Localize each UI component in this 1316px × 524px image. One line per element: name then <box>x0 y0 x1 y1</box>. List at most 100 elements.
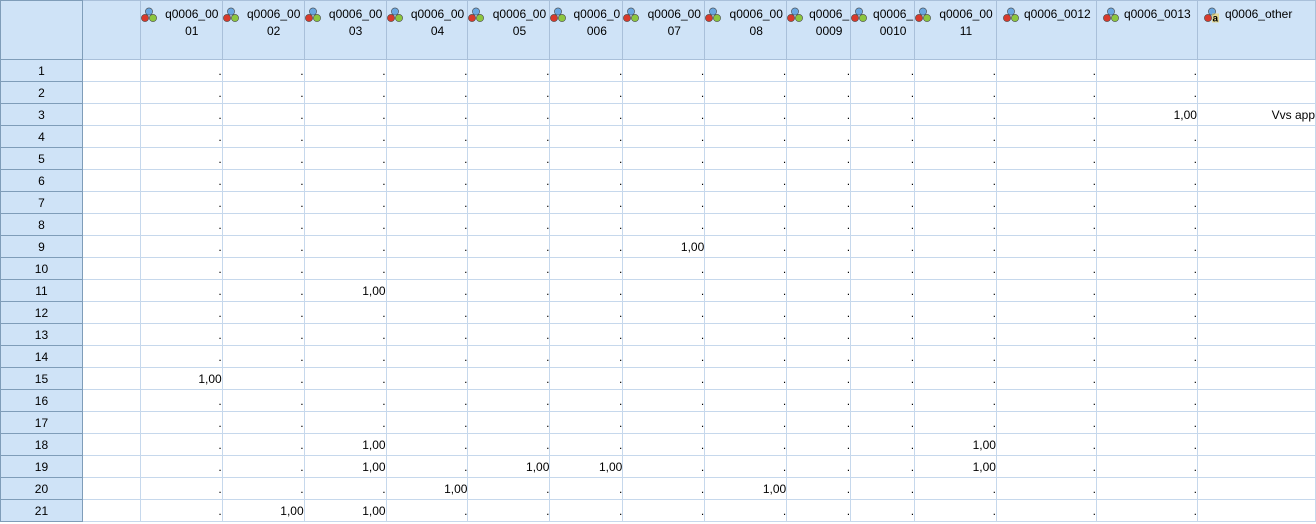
data-cell[interactable] <box>82 147 141 170</box>
data-cell[interactable]: . <box>704 125 788 148</box>
data-cell[interactable]: . <box>304 323 387 346</box>
data-cell[interactable]: . <box>622 81 706 104</box>
data-cell[interactable]: . <box>1096 279 1198 302</box>
column-header-q0006-0007[interactable]: q0006_0007 <box>622 0 706 60</box>
data-cell[interactable]: 1,00 <box>304 499 387 522</box>
data-cell[interactable]: . <box>386 345 469 368</box>
data-cell[interactable] <box>82 125 141 148</box>
data-cell[interactable]: . <box>996 389 1097 412</box>
data-cell[interactable]: . <box>996 59 1097 82</box>
data-cell[interactable]: . <box>850 257 916 280</box>
data-cell[interactable]: . <box>140 499 223 522</box>
data-cell[interactable]: . <box>467 59 551 82</box>
data-cell[interactable]: . <box>304 235 387 258</box>
data-cell[interactable]: . <box>786 103 852 126</box>
data-cell[interactable]: . <box>996 301 1097 324</box>
data-cell[interactable]: . <box>786 191 852 214</box>
data-cell[interactable]: . <box>996 411 1097 434</box>
data-cell[interactable]: . <box>786 411 852 434</box>
data-cell[interactable]: . <box>850 125 916 148</box>
data-cell[interactable] <box>82 257 141 280</box>
data-cell[interactable]: . <box>914 367 997 390</box>
data-cell[interactable] <box>82 499 141 522</box>
data-cell[interactable]: . <box>549 279 624 302</box>
data-cell[interactable]: . <box>786 213 852 236</box>
data-cell[interactable]: . <box>140 433 223 456</box>
data-cell[interactable]: . <box>786 279 852 302</box>
column-header-q0006-0005[interactable]: q0006_0005 <box>467 0 551 60</box>
row-header[interactable]: 15 <box>0 367 83 390</box>
data-cell[interactable]: . <box>140 455 223 478</box>
data-cell[interactable]: . <box>140 169 223 192</box>
data-cell[interactable]: . <box>304 147 387 170</box>
data-cell[interactable]: . <box>467 301 551 324</box>
data-cell[interactable]: . <box>549 235 624 258</box>
data-cell[interactable]: 1,00 <box>467 455 551 478</box>
data-cell[interactable]: . <box>622 213 706 236</box>
data-cell[interactable]: . <box>850 147 916 170</box>
data-cell[interactable]: . <box>996 103 1097 126</box>
data-cell[interactable]: . <box>467 103 551 126</box>
row-header[interactable]: 4 <box>0 125 83 148</box>
data-cell[interactable]: . <box>386 213 469 236</box>
data-cell[interactable]: . <box>222 213 305 236</box>
data-cell[interactable]: . <box>140 279 223 302</box>
data-cell[interactable]: . <box>222 433 305 456</box>
data-cell[interactable]: . <box>467 411 551 434</box>
data-cell[interactable]: . <box>850 59 916 82</box>
data-cell[interactable]: . <box>467 279 551 302</box>
data-cell[interactable] <box>1197 235 1316 258</box>
data-cell[interactable]: . <box>1096 235 1198 258</box>
data-cell[interactable]: . <box>704 455 788 478</box>
data-cell[interactable]: . <box>304 191 387 214</box>
data-cell[interactable]: . <box>549 411 624 434</box>
data-cell[interactable]: . <box>786 389 852 412</box>
data-cell[interactable]: . <box>222 323 305 346</box>
data-cell[interactable] <box>1197 411 1316 434</box>
data-cell[interactable]: . <box>386 323 469 346</box>
data-cell[interactable]: . <box>786 499 852 522</box>
column-header-q0006-0008[interactable]: q0006_0008 <box>704 0 788 60</box>
data-cell[interactable]: . <box>704 301 788 324</box>
data-cell[interactable]: . <box>914 59 997 82</box>
data-cell[interactable]: . <box>996 191 1097 214</box>
data-cell[interactable]: . <box>467 367 551 390</box>
data-cell[interactable]: . <box>222 147 305 170</box>
row-header[interactable]: 9 <box>0 235 83 258</box>
data-cell[interactable]: . <box>386 301 469 324</box>
data-cell[interactable]: . <box>140 323 223 346</box>
data-cell[interactable]: . <box>914 477 997 500</box>
data-cell[interactable]: . <box>467 257 551 280</box>
data-cell[interactable]: . <box>622 345 706 368</box>
data-cell[interactable]: . <box>914 279 997 302</box>
data-cell[interactable]: . <box>549 213 624 236</box>
data-cell[interactable]: . <box>786 169 852 192</box>
data-cell[interactable]: . <box>996 345 1097 368</box>
data-cell[interactable]: . <box>914 499 997 522</box>
data-cell[interactable] <box>1197 301 1316 324</box>
data-cell[interactable] <box>82 103 141 126</box>
row-header[interactable]: 13 <box>0 323 83 346</box>
data-cell[interactable]: . <box>850 499 916 522</box>
data-cell[interactable]: 1,00 <box>914 433 997 456</box>
data-cell[interactable] <box>1197 477 1316 500</box>
data-cell[interactable]: . <box>222 191 305 214</box>
data-cell[interactable]: . <box>549 499 624 522</box>
data-cell[interactable]: 1,00 <box>304 433 387 456</box>
data-cell[interactable]: . <box>304 389 387 412</box>
data-cell[interactable]: . <box>850 279 916 302</box>
data-cell[interactable]: . <box>467 169 551 192</box>
data-cell[interactable]: . <box>222 81 305 104</box>
data-cell[interactable]: . <box>549 433 624 456</box>
data-cell[interactable]: . <box>850 455 916 478</box>
data-cell[interactable] <box>1197 125 1316 148</box>
data-cell[interactable]: . <box>222 389 305 412</box>
data-cell[interactable]: . <box>222 169 305 192</box>
data-cell[interactable]: . <box>467 125 551 148</box>
column-header-q0006-0012[interactable]: q0006_0012 <box>995 0 1097 60</box>
data-cell[interactable]: . <box>996 477 1097 500</box>
data-cell[interactable]: . <box>996 125 1097 148</box>
data-cell[interactable] <box>1197 191 1316 214</box>
data-cell[interactable]: . <box>549 389 624 412</box>
data-cell[interactable]: . <box>140 411 223 434</box>
